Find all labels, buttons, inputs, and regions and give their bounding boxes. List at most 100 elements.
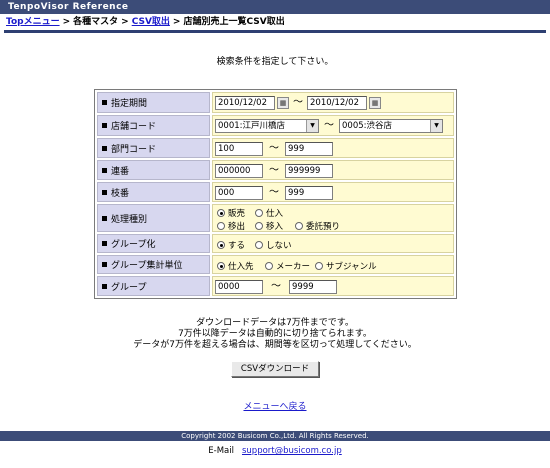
group-label: グループ (97, 276, 210, 296)
instruction-text: 検索条件を指定して下さい。 (216, 57, 334, 67)
tilde: 〜 (269, 165, 279, 176)
download-notes: ダウンロードデータは7万件までです。 7万件以降データは自動的に切り捨てられます… (0, 318, 550, 351)
store-values: 0001:江戸川橋店 ▼ 〜 0005:渋谷店 ▼ (212, 115, 454, 136)
breadcrumb-current: 店舗別売上一覧CSV取出 (183, 17, 285, 27)
contact-line: E-Mail support@busicom.co.jp (0, 446, 550, 456)
group-flag-values: する しない (212, 234, 454, 253)
dept-to-input[interactable]: 999 (285, 142, 333, 156)
radio-icon (315, 262, 323, 270)
radio-icon (255, 241, 263, 249)
app-title: TenpoVisor Reference (8, 2, 129, 12)
radio-icon (255, 222, 263, 230)
aggregation-label: グループ集計単位 (97, 255, 210, 274)
tilde: 〜 (271, 281, 281, 292)
series-from-input[interactable]: 000000 (215, 164, 263, 178)
note-line: 7万件以降データは自動的に切り捨てられます。 (178, 329, 372, 339)
branch-values: 000 〜 999 (212, 182, 454, 202)
radio-icon (217, 262, 225, 270)
calendar-icon[interactable]: ▦ (277, 97, 289, 109)
radio-icon (295, 222, 303, 230)
bullet-icon (102, 215, 107, 221)
breadcrumb: Topメニュー > 各種マスタ > CSV取出 > 店舗別売上一覧CSV取出 (6, 15, 285, 29)
bullet-icon (102, 283, 107, 289)
header-rule (4, 30, 546, 33)
radio-icon (255, 209, 263, 217)
group-flag-radio-no[interactable]: しない (255, 239, 292, 251)
group-flag-label: グループ化 (97, 234, 210, 253)
chevron-down-icon: ▼ (430, 120, 442, 132)
chevron-down-icon: ▼ (306, 120, 318, 132)
store-label: 店舗コード (97, 115, 210, 136)
process-radio-sale[interactable]: 販売 (217, 207, 245, 219)
group-to-input[interactable]: 9999 (289, 280, 337, 294)
branch-label: 枝番 (97, 182, 210, 202)
group-from-input[interactable]: 0000 (215, 280, 263, 294)
series-to-input[interactable]: 999999 (285, 164, 333, 178)
bullet-icon (102, 189, 107, 195)
breadcrumb-separator: > (121, 17, 129, 27)
process-values: 販売 仕入 移出 移入 委託預り (212, 204, 454, 232)
breadcrumb-separator: > (172, 17, 181, 27)
store-to-select[interactable]: 0005:渋谷店 ▼ (339, 119, 443, 133)
process-radio-consignment[interactable]: 委託預り (295, 220, 340, 232)
back-to-menu-link[interactable]: メニューへ戻る (243, 402, 306, 412)
process-radio-transfer-out[interactable]: 移出 (217, 220, 245, 232)
row-group: グループ 0000 〜 9999 (97, 276, 454, 296)
row-aggregation: グループ集計単位 仕入先 メーカー サブジャンル (97, 255, 454, 274)
period-values: 2010/12/02 ▦ 〜 2010/12/02 ▦ (212, 92, 454, 113)
process-radio-transfer-in[interactable]: 移入 (255, 220, 283, 232)
process-radio-purchase[interactable]: 仕入 (255, 207, 283, 219)
row-series: 連番 000000 〜 999999 (97, 160, 454, 180)
tilde: 〜 (269, 187, 279, 198)
note-line: データが7万件を超える場合は、期間等を区切って処理してください。 (133, 340, 417, 350)
email-link[interactable]: support@busicom.co.jp (242, 446, 342, 456)
row-branch: 枝番 000 〜 999 (97, 182, 454, 202)
branch-to-input[interactable]: 999 (285, 186, 333, 200)
breadcrumb-top-link[interactable]: Topメニュー (6, 17, 60, 27)
csv-download-button[interactable]: CSVダウンロード (231, 361, 319, 377)
series-values: 000000 〜 999999 (212, 160, 454, 180)
breadcrumb-csv-link[interactable]: CSV取出 (132, 17, 170, 27)
radio-icon (217, 222, 225, 230)
email-label: E-Mail (208, 446, 234, 456)
bullet-icon (102, 123, 107, 128)
aggregation-values: 仕入先 メーカー サブジャンル (212, 255, 454, 274)
bullet-icon (102, 167, 107, 173)
bullet-icon (102, 241, 107, 246)
row-dept: 部門コード 100 〜 999 (97, 138, 454, 158)
back-link-wrap: メニューへ戻る (0, 399, 550, 412)
radio-icon (217, 241, 225, 249)
breadcrumb-separator: > (62, 17, 71, 27)
period-to-input[interactable]: 2010/12/02 (307, 96, 367, 110)
dept-label: 部門コード (97, 138, 210, 158)
dept-values: 100 〜 999 (212, 138, 454, 158)
app-header: TenpoVisor Reference (0, 0, 550, 14)
agg-radio-maker[interactable]: メーカー (265, 260, 310, 272)
branch-from-input[interactable]: 000 (215, 186, 263, 200)
breadcrumb-master: 各種マスタ (73, 17, 119, 27)
series-label: 連番 (97, 160, 210, 180)
store-from-select[interactable]: 0001:江戸川橋店 ▼ (215, 119, 319, 133)
period-label: 指定期間 (97, 92, 210, 113)
tilde: 〜 (293, 97, 303, 108)
process-label: 処理種別 (97, 204, 210, 232)
tilde: 〜 (324, 120, 334, 131)
period-from-input[interactable]: 2010/12/02 (215, 96, 275, 110)
group-flag-radio-yes[interactable]: する (217, 239, 245, 251)
agg-radio-supplier[interactable]: 仕入先 (217, 260, 254, 272)
calendar-icon[interactable]: ▦ (369, 97, 381, 109)
bullet-icon (102, 145, 107, 151)
row-store: 店舗コード 0001:江戸川橋店 ▼ 〜 0005:渋谷店 ▼ (97, 115, 454, 136)
row-group-flag: グループ化 する しない (97, 234, 454, 253)
note-line: ダウンロードデータは7万件までです。 (196, 318, 354, 328)
agg-radio-subgenre[interactable]: サブジャンル (315, 260, 377, 272)
radio-icon (217, 209, 225, 217)
dept-from-input[interactable]: 100 (215, 142, 263, 156)
row-period: 指定期間 2010/12/02 ▦ 〜 2010/12/02 ▦ (97, 92, 454, 113)
bullet-icon (102, 262, 107, 267)
row-process: 処理種別 販売 仕入 移出 移入 委託預り (97, 204, 454, 232)
group-values: 0000 〜 9999 (212, 276, 454, 296)
search-form: 指定期間 2010/12/02 ▦ 〜 2010/12/02 ▦ 店舗コード 0… (94, 89, 457, 299)
tilde: 〜 (269, 143, 279, 154)
bullet-icon (102, 100, 107, 105)
